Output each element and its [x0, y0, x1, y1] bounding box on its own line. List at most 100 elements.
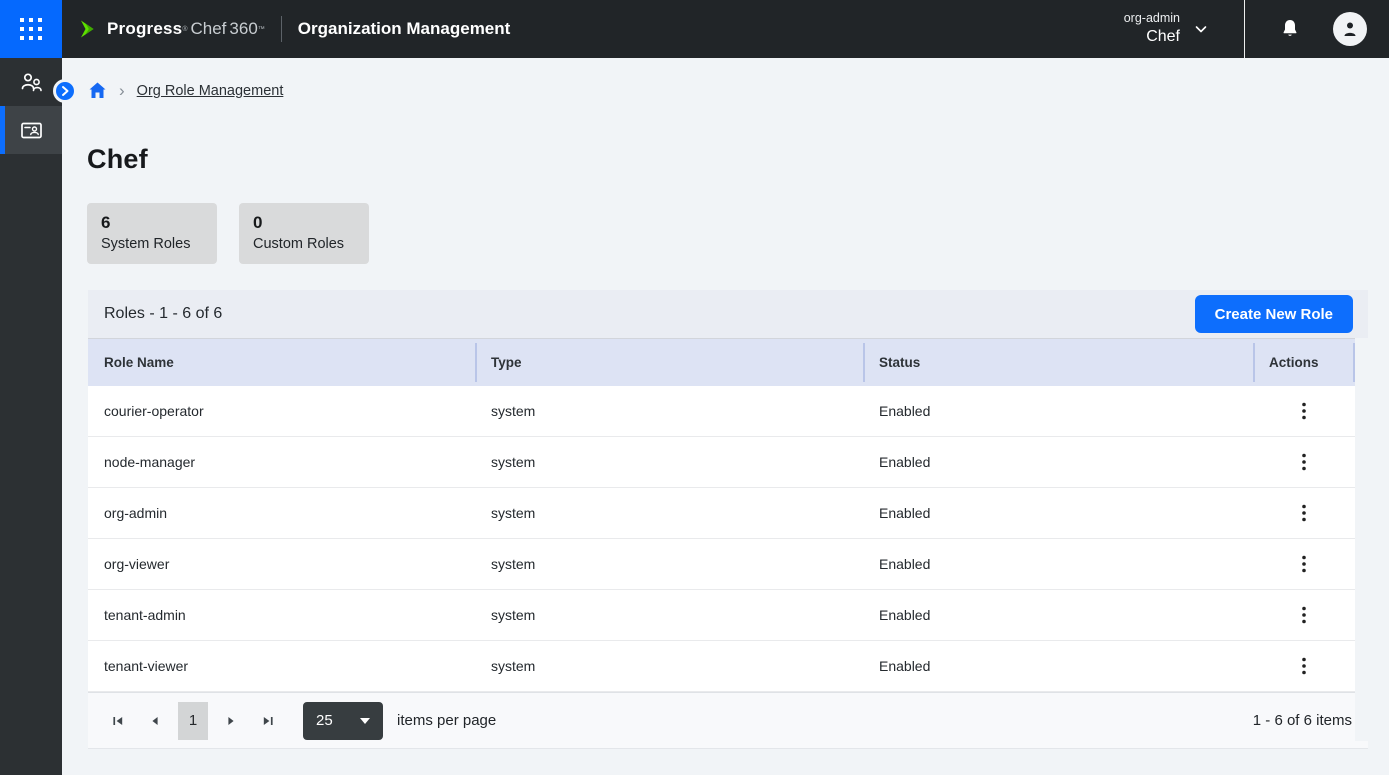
app-launcher-button[interactable] — [0, 0, 62, 58]
custom-roles-label: Custom Roles — [253, 234, 355, 254]
last-page-icon — [262, 715, 274, 727]
cell-role-name: node-manager — [88, 437, 475, 487]
cell-type: system — [475, 539, 863, 589]
sidebar-item-users[interactable] — [0, 58, 62, 106]
cell-role-name: org-admin — [88, 488, 475, 538]
notifications-button[interactable] — [1278, 17, 1302, 41]
chevron-down-icon — [1193, 21, 1209, 37]
system-roles-card: 6 System Roles — [87, 203, 217, 264]
first-page-icon — [112, 715, 124, 727]
cell-actions — [1253, 539, 1355, 589]
organization-management-page: Progress®Chef360™ Organization Managemen… — [0, 0, 1389, 775]
table-row: tenant-viewersystemEnabled — [88, 641, 1355, 692]
cell-status: Enabled — [863, 641, 1253, 691]
app-title: Organization Management — [298, 19, 511, 39]
row-actions-button[interactable] — [1293, 653, 1315, 679]
left-sidebar — [0, 58, 62, 775]
header-vertical-divider — [1244, 0, 1245, 58]
pagination-range-label: 1 - 6 of 6 items — [1253, 712, 1352, 729]
table-scrollbar-gutter[interactable] — [1355, 387, 1368, 741]
first-page-button[interactable] — [104, 703, 132, 739]
kebab-menu-icon — [1301, 555, 1307, 573]
row-actions-button[interactable] — [1293, 500, 1315, 526]
cell-role-name: tenant-admin — [88, 590, 475, 640]
row-actions-button[interactable] — [1293, 602, 1315, 628]
cell-status: Enabled — [863, 437, 1253, 487]
column-header-actions: Actions — [1253, 339, 1355, 386]
cell-actions — [1253, 488, 1355, 538]
cell-actions — [1253, 437, 1355, 487]
system-roles-count: 6 — [101, 212, 203, 234]
cell-type: system — [475, 386, 863, 436]
role-card-icon — [18, 117, 45, 144]
cell-type: system — [475, 641, 863, 691]
row-actions-button[interactable] — [1293, 449, 1315, 475]
progress-logo-icon — [76, 17, 100, 41]
sidebar-item-org-roles[interactable] — [0, 106, 62, 154]
caret-down-icon — [360, 718, 370, 724]
cell-status: Enabled — [863, 590, 1253, 640]
page-title: Chef — [87, 144, 148, 175]
cell-type: system — [475, 437, 863, 487]
table-header-row: Role Name Type Status Actions — [88, 338, 1355, 386]
user-role-label: org-admin — [1124, 11, 1180, 27]
system-roles-label: System Roles — [101, 234, 203, 254]
user-org-menu[interactable]: org-admin Chef — [1124, 11, 1209, 47]
breadcrumb-link-org-role-management[interactable]: Org Role Management — [137, 83, 284, 99]
cell-actions — [1253, 641, 1355, 691]
previous-page-button[interactable] — [141, 703, 169, 739]
brand-tm-mark: ™ — [258, 26, 265, 33]
kebab-menu-icon — [1301, 657, 1307, 675]
previous-page-icon — [149, 715, 161, 727]
home-icon — [88, 81, 107, 100]
column-header-role-name: Role Name — [88, 339, 475, 386]
table-row: tenant-adminsystemEnabled — [88, 590, 1355, 641]
brand-reg-mark: ® — [182, 26, 187, 33]
cell-status: Enabled — [863, 488, 1253, 538]
custom-roles-count: 0 — [253, 212, 355, 234]
cell-type: system — [475, 590, 863, 640]
items-per-page-select[interactable]: 25 — [303, 702, 383, 740]
row-actions-button[interactable] — [1293, 398, 1315, 424]
table-row: org-adminsystemEnabled — [88, 488, 1355, 539]
current-page-button[interactable]: 1 — [178, 702, 208, 740]
bell-icon — [1278, 17, 1302, 41]
brand-progress-text: Progress — [107, 19, 182, 39]
cell-role-name: org-viewer — [88, 539, 475, 589]
items-per-page-value: 25 — [316, 712, 333, 729]
user-org-label: Chef — [1146, 27, 1180, 47]
row-actions-button[interactable] — [1293, 551, 1315, 577]
breadcrumb-home-button[interactable] — [88, 81, 107, 100]
sidebar-expand-button[interactable] — [53, 79, 77, 103]
table-row: node-managersystemEnabled — [88, 437, 1355, 488]
create-new-role-button[interactable]: Create New Role — [1195, 295, 1353, 333]
cell-role-name: tenant-viewer — [88, 641, 475, 691]
pagination-bar: 1 25 items per page 1 - 6 of 6 items — [88, 692, 1368, 749]
custom-roles-card: 0 Custom Roles — [239, 203, 369, 264]
kebab-menu-icon — [1301, 606, 1307, 624]
roles-table: Role Name Type Status Actions courier-op… — [88, 338, 1355, 692]
avatar-person-icon — [1340, 19, 1360, 39]
app-launcher-grid-icon — [20, 18, 42, 40]
table-row: courier-operatorsystemEnabled — [88, 386, 1355, 437]
breadcrumb: › Org Role Management — [88, 81, 283, 100]
table-body: courier-operatorsystemEnablednode-manage… — [88, 386, 1355, 692]
header-right-controls: org-admin Chef — [1124, 0, 1389, 58]
cell-actions — [1253, 590, 1355, 640]
cell-actions — [1253, 386, 1355, 436]
next-page-button[interactable] — [217, 703, 245, 739]
user-avatar-button[interactable] — [1333, 12, 1367, 46]
cell-status: Enabled — [863, 386, 1253, 436]
column-header-type: Type — [475, 339, 863, 386]
kebab-menu-icon — [1301, 402, 1307, 420]
users-icon — [18, 69, 45, 96]
next-page-icon — [225, 715, 237, 727]
brand-logo: Progress®Chef360™ — [76, 0, 265, 58]
stat-cards: 6 System Roles 0 Custom Roles — [87, 203, 369, 264]
brand-chef-text: Chef — [190, 19, 226, 39]
table-row: org-viewersystemEnabled — [88, 539, 1355, 590]
kebab-menu-icon — [1301, 453, 1307, 471]
column-header-status: Status — [863, 339, 1253, 386]
brand-title-divider — [281, 16, 282, 42]
last-page-button[interactable] — [254, 703, 282, 739]
